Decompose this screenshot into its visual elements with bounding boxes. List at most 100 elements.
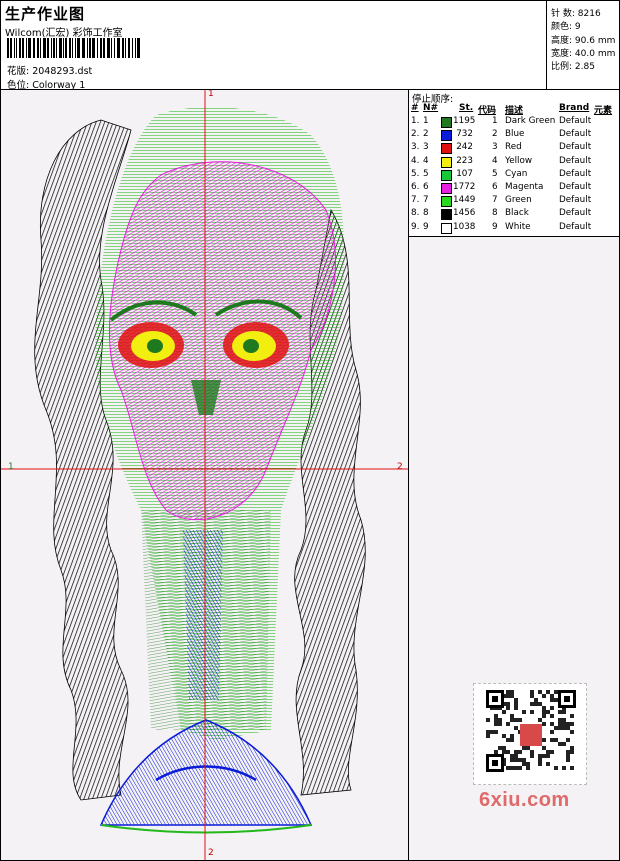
design-canvas[interactable]: 1 1 2 2 bbox=[1, 90, 409, 860]
row-description: Black bbox=[505, 208, 529, 219]
stop-sequence-panel: 停止顺序: # N# St. 代码 描述 Brand 元素 1. 1 1195 1 Da… bbox=[409, 90, 619, 237]
right-eye-core bbox=[243, 339, 259, 353]
col-header-code: 代码 bbox=[478, 106, 497, 116]
row-stitches: 242 bbox=[456, 142, 473, 153]
row-needle: 4 bbox=[423, 155, 429, 166]
row-num: 3. bbox=[411, 142, 420, 153]
row-stitches: 732 bbox=[456, 129, 473, 140]
row-description: Green bbox=[505, 195, 532, 206]
row-brand: Default bbox=[559, 221, 592, 232]
row-brand: Default bbox=[559, 208, 592, 219]
row-stitches: 1772 bbox=[453, 182, 476, 192]
production-worksheet: 生产作业图 Wilcom(汇宏) 彩饰工作室 花版: 2048293.dst 色… bbox=[0, 0, 620, 861]
color-swatch bbox=[441, 222, 452, 234]
row-brand: Default bbox=[559, 116, 592, 126]
row-needle: 9 bbox=[423, 221, 429, 232]
table-row: 3. 3 242 3 Red Default bbox=[409, 142, 619, 155]
axis-label-right: 2 bbox=[397, 462, 403, 472]
axis-label-top: 1 bbox=[208, 90, 214, 99]
table-row: 8. 8 1456 8 Black Default bbox=[409, 208, 619, 221]
neck-blue-shape bbox=[183, 530, 223, 700]
base-edge bbox=[100, 824, 312, 834]
base-shape bbox=[99, 719, 313, 826]
row-description: Cyan bbox=[505, 168, 528, 179]
table-row: 6. 6 1772 6 Magenta Default bbox=[409, 182, 619, 195]
watermark-text: 6xiu.com bbox=[479, 789, 570, 811]
spec-box: 针 数: 8216 颜色: 9 高度: 90.6 mm 宽度: 40.0 mm … bbox=[546, 1, 620, 89]
col-header-n: N# bbox=[423, 103, 439, 113]
row-description: Blue bbox=[505, 129, 525, 140]
row-brand: Default bbox=[559, 182, 592, 192]
row-stitches: 223 bbox=[456, 155, 473, 166]
row-brand: Default bbox=[559, 129, 592, 140]
row-num: 7. bbox=[411, 195, 420, 206]
table-row: 9. 9 1038 9 White Default bbox=[409, 222, 619, 235]
row-description: Magenta bbox=[505, 182, 544, 192]
row-code: 8 bbox=[492, 208, 498, 219]
row-code: 5 bbox=[492, 168, 498, 179]
table-row: 1. 1 1195 1 Dark Green Default bbox=[409, 116, 619, 129]
spec-width: 宽度: 40.0 mm bbox=[551, 49, 616, 59]
row-needle: 1 bbox=[423, 116, 429, 126]
color-swatch bbox=[441, 169, 452, 181]
qr-code-image bbox=[473, 683, 587, 785]
row-brand: Default bbox=[559, 155, 592, 166]
spec-stitches: 针 数: 8216 bbox=[551, 9, 601, 19]
page-title: 生产作业图 bbox=[5, 5, 86, 23]
row-stitches: 107 bbox=[456, 168, 473, 179]
row-num: 5. bbox=[411, 168, 420, 179]
color-swatch bbox=[441, 196, 452, 208]
row-needle: 6 bbox=[423, 182, 429, 192]
color-swatch bbox=[441, 156, 452, 168]
row-description: Red bbox=[505, 142, 522, 153]
row-needle: 5 bbox=[423, 168, 429, 179]
colorway-label: 色位: Colorway 1 bbox=[7, 80, 86, 91]
row-brand: Default bbox=[559, 142, 592, 153]
table-row: 4. 4 223 4 Yellow Default bbox=[409, 156, 619, 169]
table-row: 5. 5 107 5 Cyan Default bbox=[409, 169, 619, 182]
row-num: 8. bbox=[411, 208, 420, 219]
col-header-desc: 描述 bbox=[505, 106, 524, 116]
left-eye-core bbox=[147, 339, 163, 353]
col-header-element: 元素 bbox=[594, 106, 613, 116]
row-brand: Default bbox=[559, 168, 592, 179]
color-swatch bbox=[441, 183, 452, 194]
row-num: 1. bbox=[411, 116, 420, 126]
spec-scale: 比例: 2.85 bbox=[551, 62, 595, 72]
row-description: Dark Green bbox=[505, 116, 556, 126]
row-brand: Default bbox=[559, 195, 592, 206]
row-stitches: 1449 bbox=[453, 195, 476, 206]
row-code: 3 bbox=[492, 142, 498, 153]
row-num: 9. bbox=[411, 221, 420, 232]
row-num: 2. bbox=[411, 129, 420, 140]
row-code: 4 bbox=[492, 155, 498, 166]
row-num: 4. bbox=[411, 155, 420, 166]
row-needle: 8 bbox=[423, 208, 429, 219]
col-header-st: St. bbox=[459, 103, 474, 113]
row-code: 1 bbox=[492, 116, 498, 126]
row-code: 7 bbox=[492, 195, 498, 206]
row-code: 2 bbox=[492, 129, 498, 140]
axis-label-left: 1 bbox=[8, 462, 14, 472]
axis-label-bottom: 2 bbox=[208, 848, 214, 858]
worksheet-header: 生产作业图 Wilcom(汇宏) 彩饰工作室 花版: 2048293.dst 色… bbox=[1, 1, 620, 91]
design-file-label: 花版: 2048293.dst bbox=[7, 66, 93, 77]
spec-height: 高度: 90.6 mm bbox=[551, 36, 616, 46]
row-stitches: 1038 bbox=[453, 221, 476, 232]
row-stitches: 1195 bbox=[453, 116, 476, 126]
color-swatch bbox=[441, 117, 452, 128]
row-description: Yellow bbox=[505, 155, 533, 166]
row-needle: 2 bbox=[423, 129, 429, 140]
col-header-brand: Brand bbox=[559, 103, 590, 113]
row-description: White bbox=[505, 221, 531, 232]
embroidery-design bbox=[1, 90, 408, 860]
row-code: 6 bbox=[492, 182, 498, 192]
company-name: Wilcom(汇宏) 彩饰工作室 bbox=[5, 28, 123, 39]
color-swatch bbox=[441, 130, 452, 142]
table-row: 2. 2 732 2 Blue Default bbox=[409, 129, 619, 142]
barcode-image bbox=[7, 38, 140, 58]
col-header-num: # bbox=[411, 103, 419, 113]
row-code: 9 bbox=[492, 221, 498, 232]
table-row: 7. 7 1449 7 Green Default bbox=[409, 195, 619, 208]
row-needle: 3 bbox=[423, 142, 429, 153]
